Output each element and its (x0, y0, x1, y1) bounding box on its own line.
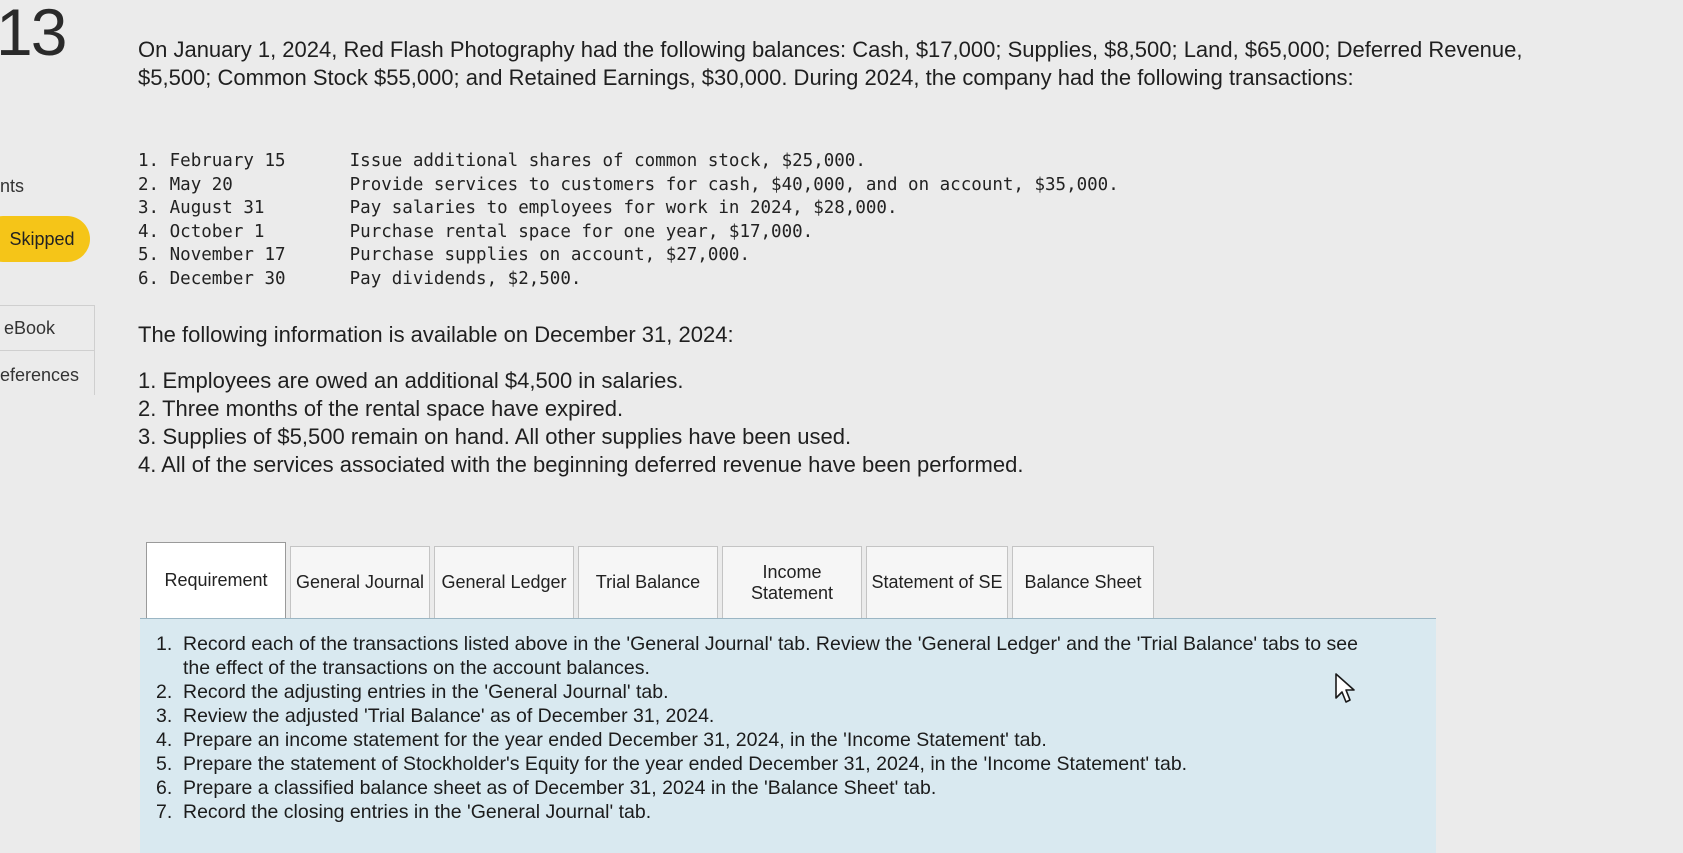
requirement-num: 1. (156, 633, 173, 655)
transaction-list: 1. February 15 Issue additional shares o… (138, 150, 1119, 291)
transaction-text: Pay salaries to employees for work in 20… (349, 198, 898, 218)
requirement-num: 5. (156, 753, 173, 775)
requirement-text: Record the closing entries in the 'Gener… (183, 801, 652, 823)
question-number: 13 (0, 0, 67, 69)
requirement-num: 6. (156, 777, 173, 799)
tab-general-journal[interactable]: General Journal (290, 546, 430, 618)
transaction-num: 4. (138, 221, 160, 242)
transaction-row: 5. November 17 Purchase supplies on acco… (138, 244, 1119, 268)
transaction-text: Issue additional shares of common stock,… (349, 151, 866, 171)
transaction-row: 1. February 15 Issue additional shares o… (138, 150, 1119, 174)
requirement-item: 2. Record the adjusting entries in the '… (156, 680, 1376, 704)
transaction-row: 2. May 20 Provide services to customers … (138, 174, 1119, 198)
requirement-text: Record each of the transactions listed a… (183, 633, 1358, 679)
points-label: nts (0, 176, 25, 196)
ebook-link[interactable]: eBook (4, 318, 55, 339)
requirement-tabs: Requirement General Journal General Ledg… (146, 542, 1158, 618)
transaction-date: November 17 (169, 245, 286, 265)
transaction-text: Pay dividends, $2,500. (349, 268, 582, 289)
info-item: 3. Supplies of $5,500 remain on hand. Al… (138, 424, 852, 449)
info-list: 1. Employees are owed an additional $4,5… (138, 367, 1023, 479)
sidebar-divider (0, 350, 94, 351)
requirement-item: 1. Record each of the transactions liste… (156, 632, 1376, 680)
tab-trial-balance[interactable]: Trial Balance (578, 546, 718, 618)
transaction-num: 6. (138, 268, 160, 289)
info-title: The following information is available o… (138, 322, 734, 347)
requirement-num: 7. (156, 801, 173, 823)
transaction-date: February 15 (169, 151, 286, 171)
tab-statement-of-se[interactable]: Statement of SE (866, 546, 1008, 618)
transaction-date: August 31 (169, 198, 265, 218)
requirement-item: 4. Prepare an income statement for the y… (156, 728, 1376, 752)
mouse-cursor-icon (1335, 673, 1355, 703)
requirement-text: Record the adjusting entries in the 'Gen… (183, 681, 669, 703)
info-item: 1. Employees are owed an additional $4,5… (138, 368, 684, 393)
transaction-date: May 20 (169, 174, 233, 195)
tab-income-statement[interactable]: Income Statement (722, 546, 862, 618)
requirement-item: 7. Record the closing entries in the 'Ge… (156, 800, 1376, 824)
transaction-num: 5. (138, 245, 160, 265)
info-item: 2. Three months of the rental space have… (138, 396, 624, 421)
transaction-text: Purchase supplies on account, $27,000. (349, 245, 750, 265)
references-link[interactable]: eferences (0, 365, 79, 386)
requirement-item: 3. Review the adjusted 'Trial Balance' a… (156, 704, 1376, 728)
skipped-badge: Skipped (0, 216, 90, 262)
requirement-text: Prepare a classified balance sheet as of… (183, 777, 937, 799)
requirement-item: 5. Prepare the statement of Stockholder'… (156, 752, 1376, 776)
requirement-list: 1. Record each of the transactions liste… (156, 632, 1376, 824)
transaction-text: Purchase rental space for one year, $17,… (349, 221, 814, 242)
requirement-item: 6. Prepare a classified balance sheet as… (156, 776, 1376, 800)
tab-general-ledger[interactable]: General Ledger (434, 546, 574, 618)
info-item: 4. All of the services associated with t… (138, 452, 1024, 477)
transaction-row: 3. August 31 Pay salaries to employees f… (138, 197, 1119, 221)
requirement-text: Review the adjusted 'Trial Balance' as o… (183, 705, 715, 727)
requirement-num: 2. (156, 681, 173, 703)
sidebar-divider (94, 305, 95, 395)
requirement-num: 3. (156, 705, 173, 727)
tab-requirement[interactable]: Requirement (146, 542, 286, 618)
requirement-num: 4. (156, 729, 173, 751)
transaction-num: 1. (138, 151, 160, 171)
requirement-text: Prepare the statement of Stockholder's E… (183, 753, 1188, 775)
transaction-num: 2. (138, 174, 160, 195)
transaction-date: December 30 (169, 268, 286, 289)
transaction-num: 3. (138, 198, 160, 218)
problem-intro: On January 1, 2024, Red Flash Photograph… (138, 37, 1523, 90)
requirement-text: Prepare an income statement for the year… (183, 729, 1047, 751)
transaction-date: October 1 (169, 221, 265, 242)
sidebar-divider (0, 305, 94, 306)
transaction-text: Provide services to customers for cash, … (349, 174, 1119, 195)
transaction-row: 6. December 30 Pay dividends, $2,500. (138, 268, 1119, 292)
transaction-row: 4. October 1 Purchase rental space for o… (138, 221, 1119, 245)
tab-balance-sheet[interactable]: Balance Sheet (1012, 546, 1154, 618)
